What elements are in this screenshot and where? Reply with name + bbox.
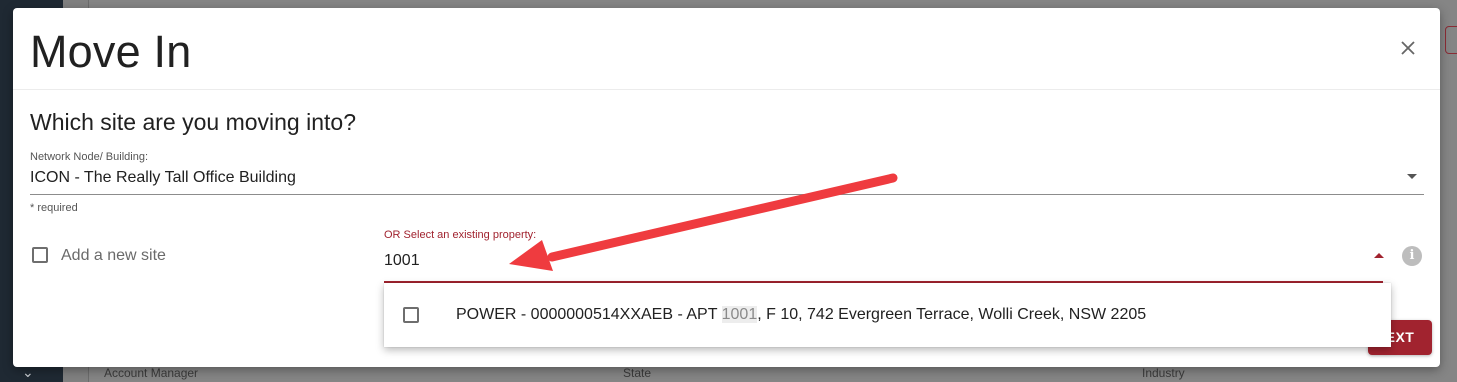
column-header-account-manager: Account Manager	[104, 366, 199, 380]
close-icon[interactable]	[1396, 36, 1420, 60]
property-option-label[interactable]: POWER - 0000000514XXAEB - APT 1001, F 10…	[456, 306, 1146, 324]
add-new-site-label[interactable]: Add a new site	[61, 247, 166, 265]
option-suffix: , F 10, 742 Evergreen Terrace, Wolli Cre…	[757, 306, 1147, 323]
network-node-label: Network Node/ Building:	[30, 151, 149, 163]
existing-property-input[interactable]: 1001	[384, 252, 420, 270]
required-helper: * required	[30, 202, 78, 214]
add-new-site-checkbox[interactable]	[32, 247, 48, 263]
modal-title: Move In	[30, 26, 192, 77]
existing-property-label: OR Select an existing property:	[384, 229, 537, 241]
property-option-checkbox[interactable]	[403, 307, 419, 323]
option-prefix: POWER - 0000000514XXAEB - APT	[456, 306, 722, 323]
column-header-industry: Industry	[1142, 366, 1185, 380]
option-match-highlight: 1001	[721, 306, 758, 323]
site-question: Which site are you moving into?	[30, 109, 356, 135]
title-divider	[13, 89, 1440, 90]
background-button[interactable]	[1445, 26, 1457, 54]
column-header-state: State	[623, 366, 652, 380]
network-node-underline	[30, 194, 1424, 195]
caret-up-icon[interactable]	[1374, 253, 1384, 258]
property-dropdown: POWER - 0000000514XXAEB - APT 1001, F 10…	[384, 283, 1391, 347]
caret-down-icon[interactable]	[1407, 174, 1417, 179]
network-node-select[interactable]: ICON - The Really Tall Office Building	[30, 169, 296, 187]
info-icon[interactable]: i	[1402, 246, 1422, 266]
